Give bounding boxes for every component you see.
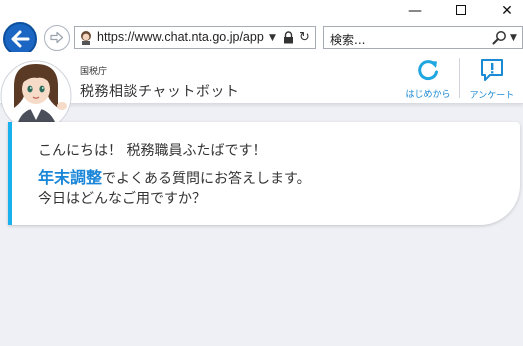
site-favicon-icon <box>81 31 91 45</box>
maximize-button[interactable] <box>446 2 476 20</box>
chat-message-bubble: こんにちは！ 税務職員ふたばです！ 年末調整でよくある質問にお答えします。 今日… <box>8 122 520 225</box>
browser-search-box[interactable]: 検索... ▼ <box>323 26 523 49</box>
intro-line: 年末調整でよくある質問にお答えします。 <box>38 164 311 188</box>
close-button[interactable]: ✕ <box>492 2 522 20</box>
search-icon[interactable] <box>492 30 507 45</box>
survey-button[interactable]: アンケート <box>464 58 520 101</box>
survey-speech-bubble-icon <box>481 59 503 81</box>
forward-button[interactable] <box>44 25 70 51</box>
browser-navbar: https://www.chat.nta.go.jp/app ▼ ↻ 検索...… <box>0 22 523 56</box>
intro-text: でよくある質問にお答えします。 <box>102 171 311 187</box>
back-arrow-icon <box>11 30 30 48</box>
agency-name: 国税庁 <box>80 67 108 77</box>
lock-icon[interactable] <box>283 31 294 44</box>
minimize-button[interactable]: — <box>400 2 430 20</box>
header-divider <box>459 58 460 98</box>
search-placeholder[interactable]: 検索... <box>330 31 365 48</box>
maximize-icon <box>456 4 466 15</box>
address-dropdown-icon[interactable]: ▼ <box>269 29 276 47</box>
window-titlebar: — ✕ <box>0 0 523 22</box>
restart-button[interactable]: はじめから <box>402 58 454 100</box>
refresh-icon[interactable]: ↻ <box>299 29 310 47</box>
back-button[interactable] <box>3 22 37 56</box>
forward-arrow-icon <box>50 31 64 44</box>
question-text: 今日はどんなご用ですか？ <box>38 191 206 207</box>
refresh-icon <box>418 60 438 81</box>
search-dropdown-icon[interactable]: ▼ <box>510 29 517 47</box>
page-title: 税務相談チャットボット <box>80 84 240 100</box>
url-text[interactable]: https://www.chat.nta.go.jp/app <box>97 30 265 44</box>
restart-label: はじめから <box>405 90 451 100</box>
address-bar[interactable]: https://www.chat.nta.go.jp/app ▼ ↻ <box>74 26 316 49</box>
chatbot-header: 国税庁 税務相談チャットボット はじめから アンケート <box>0 52 523 104</box>
survey-label: アンケート <box>469 91 515 101</box>
highlight-keyword: 年末調整 <box>38 168 103 187</box>
greeting-text: こんにちは！ 税務職員ふたばです！ <box>38 143 267 159</box>
